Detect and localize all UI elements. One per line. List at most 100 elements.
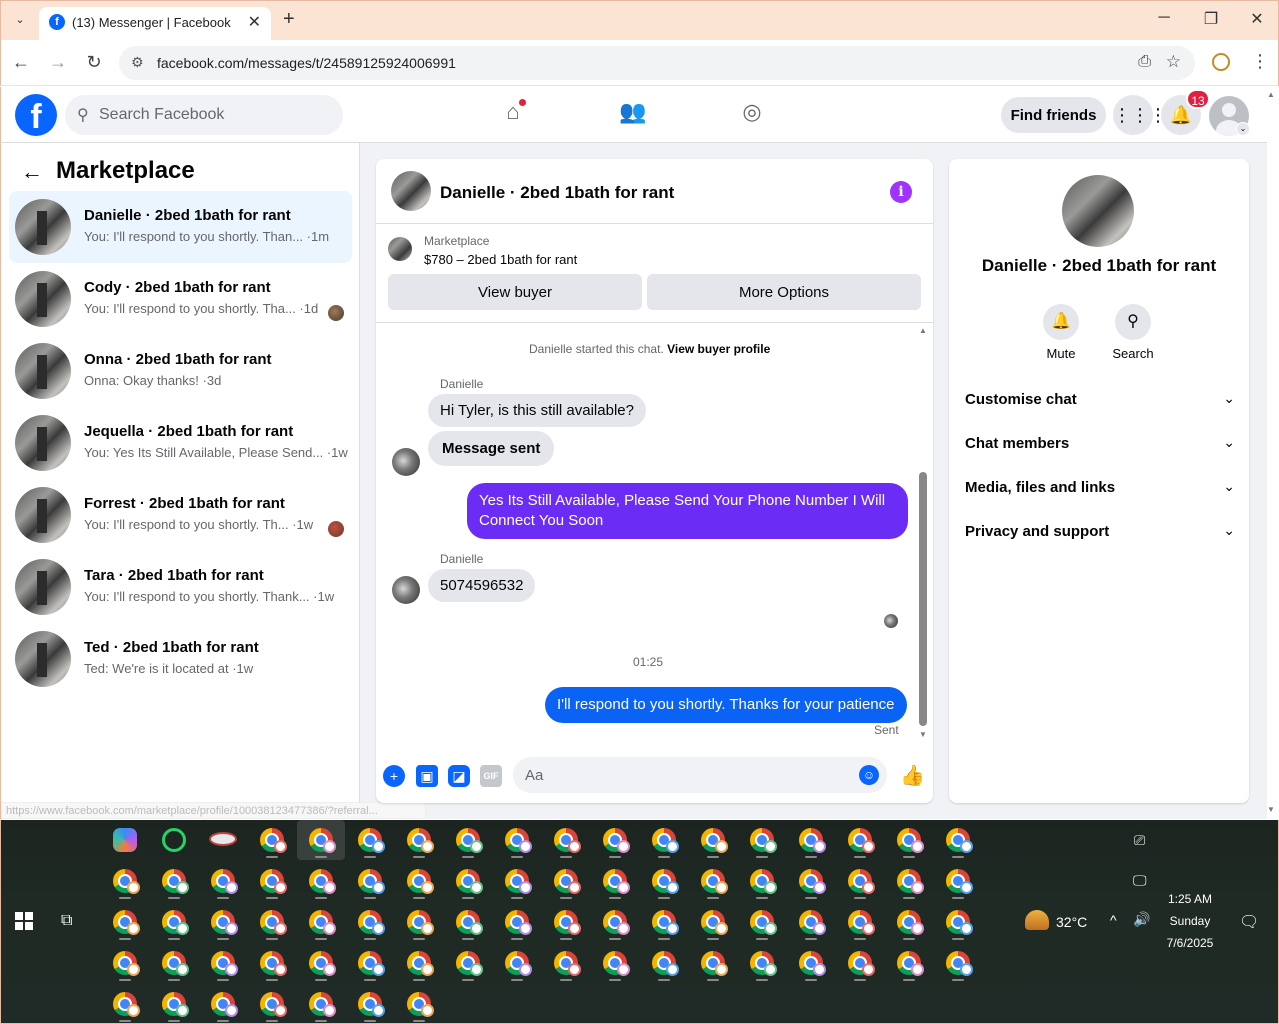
chrome-profile-icon[interactable] xyxy=(199,861,247,901)
chrome-profile-icon[interactable] xyxy=(199,984,247,1024)
view-buyer-button[interactable]: View buyer xyxy=(388,274,642,310)
chrome-profile-icon[interactable] xyxy=(885,902,933,942)
chrome-profile-icon[interactable] xyxy=(199,943,247,983)
facebook-search-input[interactable] xyxy=(99,95,329,135)
chrome-profile-icon[interactable] xyxy=(689,902,737,942)
incoming-message[interactable]: Hi Tyler, is this still available? xyxy=(428,394,646,427)
back-arrow-icon[interactable]: ← xyxy=(21,159,43,185)
chrome-profile-icon[interactable] xyxy=(199,902,247,942)
tab-close-icon[interactable]: ✕ xyxy=(248,12,261,32)
conversation-item[interactable]: Ted · 2bed 1bath for rant Ted: We're is i… xyxy=(9,623,352,695)
clock-day[interactable]: Sunday xyxy=(1151,914,1229,928)
chrome-profile-icon[interactable] xyxy=(640,943,688,983)
chrome-profile-icon[interactable] xyxy=(591,902,639,942)
mute-action[interactable]: 🔔 Mute xyxy=(1031,304,1091,361)
chevron-down-icon[interactable]: ⌄ xyxy=(1236,122,1250,136)
outgoing-message[interactable]: I'll respond to you shortly. Thanks for … xyxy=(545,687,907,723)
chrome-profile-icon[interactable] xyxy=(689,861,737,901)
chrome-profile-icon[interactable] xyxy=(297,861,345,901)
chrome-profile-icon[interactable] xyxy=(787,820,835,860)
volume-icon[interactable]: 🔊 xyxy=(1133,911,1150,928)
browser-tab[interactable]: f (13) Messenger | Facebook ✕ xyxy=(39,7,271,41)
scrollbar-thumb[interactable] xyxy=(919,472,927,726)
chrome-profile-icon[interactable] xyxy=(934,820,982,860)
chrome-profile-icon[interactable] xyxy=(640,902,688,942)
windows-start-icon[interactable] xyxy=(15,912,33,930)
search-icon[interactable]: ⚲ xyxy=(1115,304,1151,340)
chrome-profile-icon[interactable] xyxy=(395,984,443,1024)
conversation-item[interactable]: Onna · 2bed 1bath for rant Onna: Okay tha… xyxy=(9,335,352,407)
chrome-profile-icon[interactable] xyxy=(542,943,590,983)
chrome-profile-icon[interactable] xyxy=(101,861,149,901)
chrome-profile-icon[interactable] xyxy=(836,902,884,942)
incoming-message[interactable]: Message sent xyxy=(428,431,555,466)
meet-now-icon[interactable]: ⎚ xyxy=(1134,832,1145,849)
tray-overflow-chevron-icon[interactable]: ^ xyxy=(1110,912,1117,928)
gif-icon[interactable]: GIF xyxy=(480,765,502,787)
browser-profile-icon[interactable] xyxy=(1212,53,1230,71)
chrome-profile-icon[interactable] xyxy=(836,943,884,983)
view-buyer-profile-link[interactable]: View buyer profile xyxy=(667,342,770,356)
chrome-profile-icon[interactable] xyxy=(493,902,541,942)
chrome-profile-icon[interactable] xyxy=(738,861,786,901)
chrome-profile-icon[interactable] xyxy=(346,943,394,983)
add-icon[interactable]: + xyxy=(383,765,405,787)
chrome-profile-icon[interactable] xyxy=(591,861,639,901)
chrome-profile-icon[interactable] xyxy=(542,820,590,860)
chrome-profile-icon[interactable] xyxy=(493,861,541,901)
photo-icon[interactable]: ▣ xyxy=(416,765,438,787)
customise-chat-row[interactable]: Customise chat ⌄ xyxy=(965,382,1235,418)
chrome-profile-icon[interactable] xyxy=(101,943,149,983)
chrome-profile-icon[interactable] xyxy=(395,943,443,983)
conversation-item[interactable]: Jequella · 2bed 1bath for rant You: Yes I… xyxy=(9,407,352,479)
reload-icon[interactable]: ↻ xyxy=(82,52,106,73)
clock-date[interactable]: 7/6/2025 xyxy=(1151,936,1229,950)
find-friends-button[interactable]: Find friends xyxy=(1001,97,1106,133)
chrome-profile-icon[interactable] xyxy=(346,861,394,901)
chrome-profile-icon[interactable] xyxy=(689,820,737,860)
chrome-profile-icon[interactable] xyxy=(346,820,394,860)
chrome-profile-icon[interactable] xyxy=(150,861,198,901)
chrome-profile-icon[interactable] xyxy=(787,861,835,901)
chrome-profile-icon[interactable] xyxy=(346,902,394,942)
chrome-profile-icon[interactable] xyxy=(395,902,443,942)
copilot-icon[interactable] xyxy=(101,820,149,860)
chrome-profile-icon[interactable] xyxy=(150,902,198,942)
chat-members-row[interactable]: Chat members ⌄ xyxy=(965,426,1235,462)
chrome-profile-icon[interactable] xyxy=(738,820,786,860)
privacy-support-row[interactable]: Privacy and support ⌄ xyxy=(965,514,1235,550)
facebook-logo-icon[interactable]: f xyxy=(15,94,57,136)
page-scroll-down-icon[interactable]: ▼ xyxy=(1267,805,1275,814)
page-scroll-up-icon[interactable]: ▲ xyxy=(1267,90,1275,99)
chrome-profile-icon[interactable] xyxy=(248,902,296,942)
chrome-profile-icon[interactable] xyxy=(395,861,443,901)
weather-icon[interactable] xyxy=(1025,910,1049,930)
scroll-down-icon[interactable]: ▼ xyxy=(919,730,927,739)
chrome-profile-icon[interactable] xyxy=(444,902,492,942)
chrome-profile-icon[interactable] xyxy=(297,820,345,860)
new-tab-icon[interactable]: + xyxy=(283,8,295,31)
outgoing-message[interactable]: Yes Its Still Available, Please Send You… xyxy=(467,483,908,539)
info-icon[interactable]: i xyxy=(890,181,912,203)
chrome-profile-icon[interactable] xyxy=(248,861,296,901)
incoming-message[interactable]: 5074596532 xyxy=(428,569,536,602)
chrome-profile-icon[interactable] xyxy=(591,943,639,983)
chrome-profile-icon[interactable] xyxy=(934,861,982,901)
chrome-profile-icon[interactable] xyxy=(640,820,688,860)
site-info-icon[interactable]: ⚙ xyxy=(131,54,144,71)
listing-thumbnail[interactable] xyxy=(388,237,412,261)
chrome-profile-icon[interactable] xyxy=(934,902,982,942)
media-files-links-row[interactable]: Media, files and links ⌄ xyxy=(965,470,1235,506)
chrome-profile-icon[interactable] xyxy=(493,943,541,983)
url-text[interactable]: facebook.com/messages/t/2458912592400699… xyxy=(157,55,456,71)
install-app-icon[interactable]: ⎙ xyxy=(1138,53,1151,71)
thumbs-up-icon[interactable]: 👍 xyxy=(900,763,925,788)
conversation-item[interactable]: Tara · 2bed 1bath for rant You: I'll resp… xyxy=(9,551,352,623)
chrome-profile-icon[interactable] xyxy=(297,943,345,983)
notification-center-icon[interactable]: 🗨 xyxy=(1239,912,1259,932)
chrome-profile-icon[interactable] xyxy=(738,902,786,942)
chrome-profile-icon[interactable] xyxy=(101,984,149,1024)
browser-menu-icon[interactable]: ⋮ xyxy=(1251,51,1269,72)
friends-icon[interactable]: 👥 xyxy=(616,99,650,131)
chrome-profile-icon[interactable] xyxy=(787,943,835,983)
